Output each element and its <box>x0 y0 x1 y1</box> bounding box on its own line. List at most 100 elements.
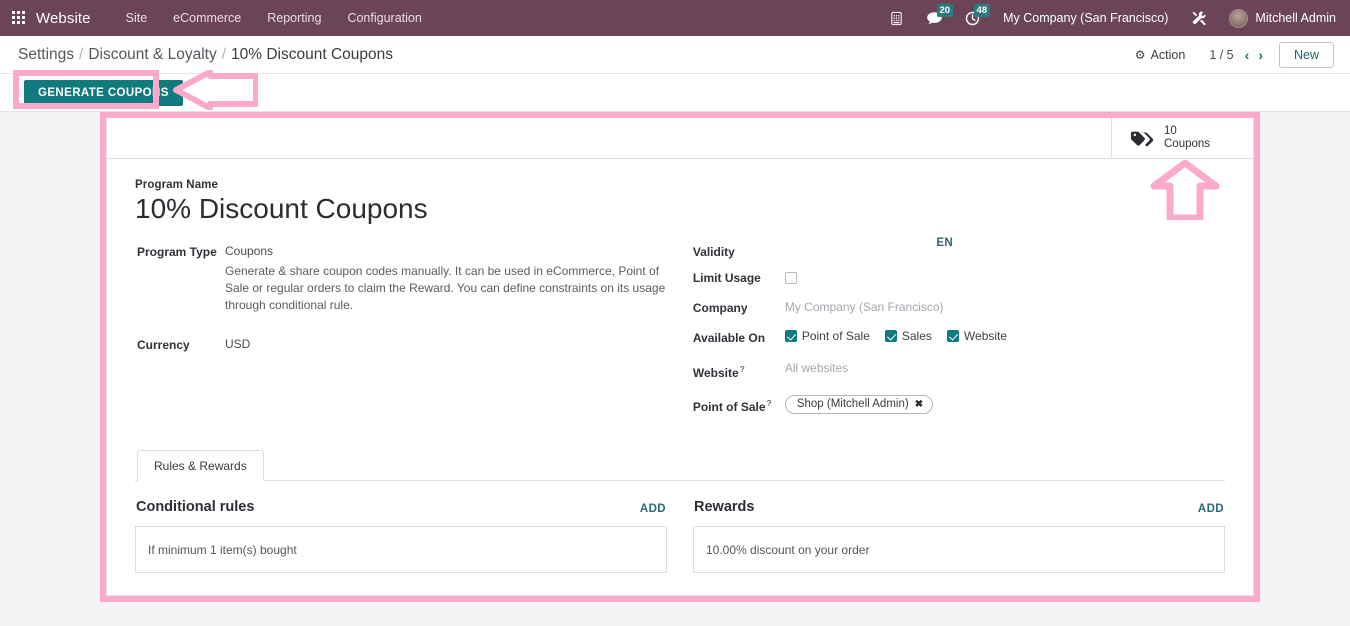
pos-tags-wrap: Shop (Mitchell Admin) ✖ <box>784 394 934 415</box>
field-company: Company My Company (San Francisco) <box>693 299 1225 316</box>
rewards-title: Rewards <box>694 499 755 516</box>
apps-grid-icon[interactable] <box>12 11 26 25</box>
pager-counter: 1 / 5 <box>1209 47 1234 62</box>
available-on-sales[interactable]: Sales <box>884 329 932 344</box>
limit-usage-checkbox-wrap <box>784 269 797 287</box>
sales-checkbox[interactable] <box>884 330 897 343</box>
tools-icon[interactable] <box>1180 0 1219 36</box>
conditional-rules-header: Conditional rules ADD <box>135 499 667 515</box>
website-help-icon[interactable]: ? <box>740 364 745 374</box>
coupons-label: Coupons <box>1164 138 1211 150</box>
user-name: Mitchell Admin <box>1255 11 1336 25</box>
currency-label: Currency <box>137 338 190 353</box>
available-on-point-of-sale[interactable]: Point of Sale <box>784 329 870 343</box>
notebook-tabs: Rules & Rewards <box>135 450 1225 482</box>
action-button-bar: GENERATE COUPONS <box>0 74 1350 112</box>
main-menu: Site eCommerce Reporting Configuration <box>113 2 435 34</box>
app-brand-website[interactable]: Website <box>36 10 91 27</box>
conditional-rules-section: Conditional rules ADD If minimum 1 item(… <box>135 499 667 574</box>
action-menu-button[interactable]: ⚙ Action <box>1125 44 1196 66</box>
field-program-type: Program Type Coupons Generate & share co… <box>137 243 693 314</box>
program-type-group: Coupons Generate & share coupon codes ma… <box>225 243 675 314</box>
company-value[interactable]: My Company (San Francisco) <box>785 299 944 315</box>
conditional-rules-title: Conditional rules <box>136 499 255 516</box>
pos-field-label-text: Point of Sale <box>692 400 766 415</box>
field-currency: Currency USD <box>137 336 693 353</box>
pos-tag-remove-icon[interactable]: ✖ <box>915 399 923 410</box>
sales-label: Sales <box>901 329 932 344</box>
field-limit-usage: Limit Usage <box>693 269 1225 287</box>
content-area: 10 Coupons Program Name 10% Discount Cou… <box>0 112 1350 626</box>
record-pager: 1 / 5 ‹ › <box>1209 48 1263 62</box>
form-column-right: Validity Limit Usage Company My Company … <box>693 243 1225 424</box>
program-type-description: Generate & share coupon codes manually. … <box>225 264 666 313</box>
stat-button-box: 10 Coupons <box>107 118 1253 159</box>
messages-icon[interactable]: 20 <box>915 0 954 36</box>
pager-previous-icon[interactable]: ‹ <box>1245 48 1250 62</box>
control-panel: Settings / Discount & Loyalty / 10% Disc… <box>0 36 1350 74</box>
program-name-label: Program Name <box>135 179 219 191</box>
breadcrumb-separator-2: / <box>221 45 227 63</box>
company-label: Company <box>692 301 748 316</box>
field-point-of-sale: Point of Sale? Shop (Mitchell Admin) ✖ <box>693 394 1225 415</box>
generate-coupons-button[interactable]: GENERATE COUPONS <box>24 79 183 106</box>
stat-button-coupons[interactable]: 10 Coupons <box>1111 118 1253 158</box>
program-name-input[interactable]: 10% Discount Coupons <box>135 193 1225 225</box>
available-on-website[interactable]: Website <box>946 329 1008 344</box>
coupons-count: 10 <box>1164 125 1177 137</box>
menu-item-site[interactable]: Site <box>113 2 161 34</box>
conditional-rules-add-button[interactable]: ADD <box>640 503 666 515</box>
limit-usage-checkbox[interactable] <box>784 272 797 285</box>
point-of-sale-checkbox[interactable] <box>784 330 797 343</box>
form-columns: Program Type Coupons Generate & share co… <box>135 243 1225 424</box>
breadcrumb: Settings / Discount & Loyalty / 10% Disc… <box>18 46 393 64</box>
website-label: Website <box>963 329 1008 344</box>
company-switcher[interactable]: My Company (San Francisco) <box>991 11 1180 25</box>
activities-clock-icon[interactable]: 48 <box>954 0 991 36</box>
reward-item: 10.00% discount on your order <box>706 542 870 557</box>
activities-badge: 48 <box>973 4 991 17</box>
phone-icon[interactable] <box>878 0 915 36</box>
validity-label: Validity <box>692 245 735 260</box>
pager-next-icon[interactable]: › <box>1258 48 1263 62</box>
pos-tag-label: Shop (Mitchell Admin) <box>796 398 909 411</box>
available-on-label: Available On <box>692 331 766 346</box>
field-website: Website? All websites <box>693 360 1225 381</box>
breadcrumb-discount-loyalty[interactable]: Discount & Loyalty <box>88 46 216 64</box>
breadcrumb-separator-1: / <box>79 45 84 63</box>
avatar <box>1229 8 1249 28</box>
program-type-label: Program Type <box>137 245 217 260</box>
menu-item-ecommerce[interactable]: eCommerce <box>160 2 254 34</box>
breadcrumb-settings[interactable]: Settings <box>18 46 74 64</box>
conditional-rule-item: If minimum 1 item(s) bought <box>148 542 297 557</box>
field-validity: Validity <box>693 243 1225 260</box>
pos-help-icon[interactable]: ? <box>767 398 772 408</box>
rewards-add-button[interactable]: ADD <box>1198 503 1224 515</box>
menu-item-configuration[interactable]: Configuration <box>334 2 434 34</box>
form-body: Program Name 10% Discount Coupons EN Pro… <box>107 159 1253 574</box>
rewards-section: Rewards ADD 10.00% discount on your orde… <box>693 499 1225 574</box>
form-sheet: 10 Coupons Program Name 10% Discount Cou… <box>106 118 1254 596</box>
limit-usage-label: Limit Usage <box>692 271 761 286</box>
available-on-group: Point of Sale Sales Website <box>784 329 1015 344</box>
rewards-header: Rewards ADD <box>693 499 1225 515</box>
notebook-page: Conditional rules ADD If minimum 1 item(… <box>135 481 1225 574</box>
website-checkbox[interactable] <box>946 330 959 343</box>
website-field-label-text: Website <box>692 366 739 381</box>
user-menu[interactable]: Mitchell Admin <box>1219 8 1340 28</box>
messages-badge: 20 <box>936 4 954 17</box>
currency-value[interactable]: USD <box>225 336 250 352</box>
conditional-rules-list[interactable]: If minimum 1 item(s) bought <box>135 526 667 574</box>
tags-icon <box>1130 129 1154 147</box>
tab-rules-and-rewards[interactable]: Rules & Rewards <box>137 450 264 482</box>
pos-tag-shop[interactable]: Shop (Mitchell Admin) ✖ <box>784 395 934 415</box>
language-badge[interactable]: EN <box>936 237 953 249</box>
new-button[interactable]: New <box>1278 41 1334 68</box>
navbar-right: 20 48 My Company (San Francisco) Mitchel… <box>878 0 1340 36</box>
menu-item-reporting[interactable]: Reporting <box>254 2 334 34</box>
field-available-on: Available On Point of Sale Sales Website <box>693 329 1225 346</box>
rewards-list[interactable]: 10.00% discount on your order <box>693 526 1225 574</box>
website-input[interactable]: All websites <box>785 360 848 376</box>
notebook: Rules & Rewards Conditional rules ADD If… <box>135 450 1225 574</box>
program-type-value[interactable]: Coupons <box>225 243 675 259</box>
